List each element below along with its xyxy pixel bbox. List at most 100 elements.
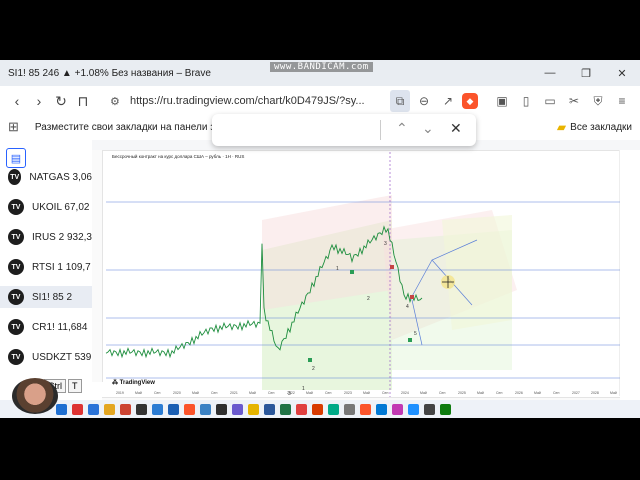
- taskbar-app-icon[interactable]: [328, 403, 339, 415]
- forward-button[interactable]: ›: [28, 90, 50, 112]
- red-zone: [262, 195, 392, 310]
- wave-label: 2: [312, 366, 315, 372]
- taskbar-app-icon[interactable]: [216, 403, 227, 415]
- watchlist-item[interactable]: TV USDKZT 539: [0, 346, 92, 368]
- price-chart[interactable]: 12345123Бессрочный контракт на курс долл…: [92, 140, 640, 416]
- watchlist-item[interactable]: TV UKOIL 67,02: [0, 196, 92, 218]
- taskbar-app-icon[interactable]: [120, 403, 131, 415]
- reload-button[interactable]: ↻: [50, 90, 72, 112]
- taskbar-app-icon[interactable]: [376, 403, 387, 415]
- watchlist-item[interactable]: TV SI1! 85 2: [0, 286, 92, 308]
- taskbar-app-icon[interactable]: [136, 403, 147, 415]
- x-tick-label: Сен: [268, 391, 274, 395]
- taskbar-app-icon[interactable]: [232, 403, 243, 415]
- restore-button[interactable]: ❐: [568, 60, 604, 86]
- window-title: SI1! 85 246 ▲ +1.08% Без названия – Brav…: [8, 67, 211, 79]
- folder-icon: ▰: [556, 120, 567, 134]
- zoom-icon[interactable]: ⊖: [414, 90, 434, 112]
- taskbar-app-icon[interactable]: [184, 403, 195, 415]
- x-tick-label: Сен: [439, 391, 445, 395]
- tradingview-icon: TV: [8, 289, 24, 305]
- media-icon[interactable]: ▣: [492, 90, 512, 112]
- x-tick-label: Сен: [154, 391, 160, 395]
- taskbar-app-icon[interactable]: [88, 403, 99, 415]
- x-tick-label: Май: [610, 391, 617, 395]
- x-tick-label: 2022: [287, 391, 295, 395]
- taskbar-app-icon[interactable]: [440, 403, 451, 415]
- vpn-icon[interactable]: ⛨: [588, 90, 608, 112]
- x-tick-label: Сен: [382, 391, 388, 395]
- taskbar-app-icon[interactable]: [248, 403, 259, 415]
- watchlist-label: IRUS 2 932,3: [31, 231, 92, 243]
- watchlist-item[interactable]: TV NATGAS 3,06: [0, 166, 92, 188]
- toolbar-icons: ⧉ ⊖ ↗ ◆ ▣ ▯ ▭ ✂ ⛨ ≡: [390, 90, 632, 112]
- signal-marker: [308, 358, 312, 362]
- url-text[interactable]: https://ru.tradingview.com/chart/k0D479J…: [130, 95, 365, 107]
- taskbar-app-icon[interactable]: [200, 403, 211, 415]
- find-icon[interactable]: ⧉: [390, 90, 410, 112]
- find-next-button[interactable]: ⌄: [422, 120, 434, 137]
- wave-label: 3: [384, 241, 387, 247]
- tradingview-icon: TV: [8, 259, 24, 275]
- x-tick-label: Сен: [211, 391, 217, 395]
- taskbar-app-icon[interactable]: [264, 403, 275, 415]
- wave-label: 2: [367, 296, 370, 302]
- taskbar-app-icon[interactable]: [280, 403, 291, 415]
- navigation-bar: ‹ › ↻ ⊓ ⚙ https://ru.tradingview.com/cha…: [0, 86, 640, 117]
- find-input[interactable]: [220, 120, 370, 140]
- wave-label: 5: [414, 331, 417, 337]
- signal-marker: [408, 338, 412, 342]
- share-icon[interactable]: ↗: [438, 90, 458, 112]
- x-tick-label: Май: [363, 391, 370, 395]
- taskbar-app-icon[interactable]: [72, 403, 83, 415]
- wave-label: 4: [406, 304, 409, 310]
- site-info-icon[interactable]: ⚙: [110, 95, 120, 108]
- find-close-button[interactable]: ✕: [450, 120, 462, 137]
- menu-icon[interactable]: ≡: [612, 90, 632, 112]
- panel-toggle-icon[interactable]: ▤: [6, 148, 26, 168]
- taskbar: [0, 400, 640, 418]
- taskbar-app-icon[interactable]: [296, 403, 307, 415]
- find-in-page-bar: ⌃ ⌄ ✕: [212, 114, 476, 146]
- watchlist-label: UKOIL 67,02: [32, 201, 90, 213]
- watchlist-item[interactable]: TV IRUS 2 932,3: [0, 226, 92, 248]
- taskbar-app-icon[interactable]: [104, 403, 115, 415]
- back-button[interactable]: ‹: [6, 90, 28, 112]
- address-bar[interactable]: ⚙ https://ru.tradingview.com/chart/k0D47…: [104, 90, 394, 112]
- taskbar-app-icon[interactable]: [360, 403, 371, 415]
- x-tick-label: 2021: [230, 391, 238, 395]
- watchlist-panel: ▤ TV NATGAS 3,06 TV UKOIL 67,02 TV IRUS 2 932…: [0, 142, 93, 402]
- taskbar-app-icon[interactable]: [344, 403, 355, 415]
- start-icon[interactable]: [56, 403, 67, 415]
- taskbar-app-icon[interactable]: [424, 403, 435, 415]
- tradingview-icon: TV: [8, 169, 22, 185]
- sidebar-toggle-icon[interactable]: ▯: [516, 90, 536, 112]
- x-tick-label: Май: [249, 391, 256, 395]
- chart-area[interactable]: 1 2 3 4 5 1 2 3 Бессрочный контракт на курс долл…: [92, 140, 640, 416]
- taskbar-app-icon[interactable]: [408, 403, 419, 415]
- x-tick-label: 2020: [173, 391, 181, 395]
- taskbar-app-icon[interactable]: [168, 403, 179, 415]
- taskbar-app-icon[interactable]: [312, 403, 323, 415]
- find-previous-button[interactable]: ⌃: [396, 120, 408, 137]
- apps-icon[interactable]: ⊞: [8, 119, 19, 135]
- watchlist-item[interactable]: TV CR1! 11,684: [0, 316, 92, 338]
- bookmark-icon[interactable]: ⊓: [72, 90, 94, 112]
- window-controls: — ❐ ✕: [532, 60, 640, 86]
- wallet-icon[interactable]: ▭: [540, 90, 560, 112]
- watchlist-label: CR1! 11,684: [32, 321, 88, 333]
- signal-marker: [350, 270, 354, 274]
- close-window-button[interactable]: ✕: [604, 60, 640, 86]
- taskbar-app-icon[interactable]: [392, 403, 403, 415]
- all-bookmarks-button[interactable]: ▰ Все закладки: [557, 120, 632, 134]
- watchlist-label: USDKZT 539: [32, 351, 92, 363]
- x-tick-label: 2024: [401, 391, 409, 395]
- minimize-button[interactable]: —: [532, 60, 568, 86]
- watchlist-item[interactable]: TV RTSI 1 109,7: [0, 256, 92, 278]
- x-tick-label: Сен: [496, 391, 502, 395]
- taskbar-app-icon[interactable]: [152, 403, 163, 415]
- toolbar-divider: [482, 90, 488, 112]
- wave-label: 1: [336, 266, 339, 272]
- extensions-icon[interactable]: ✂: [564, 90, 584, 112]
- brave-shield-icon[interactable]: ◆: [462, 93, 478, 109]
